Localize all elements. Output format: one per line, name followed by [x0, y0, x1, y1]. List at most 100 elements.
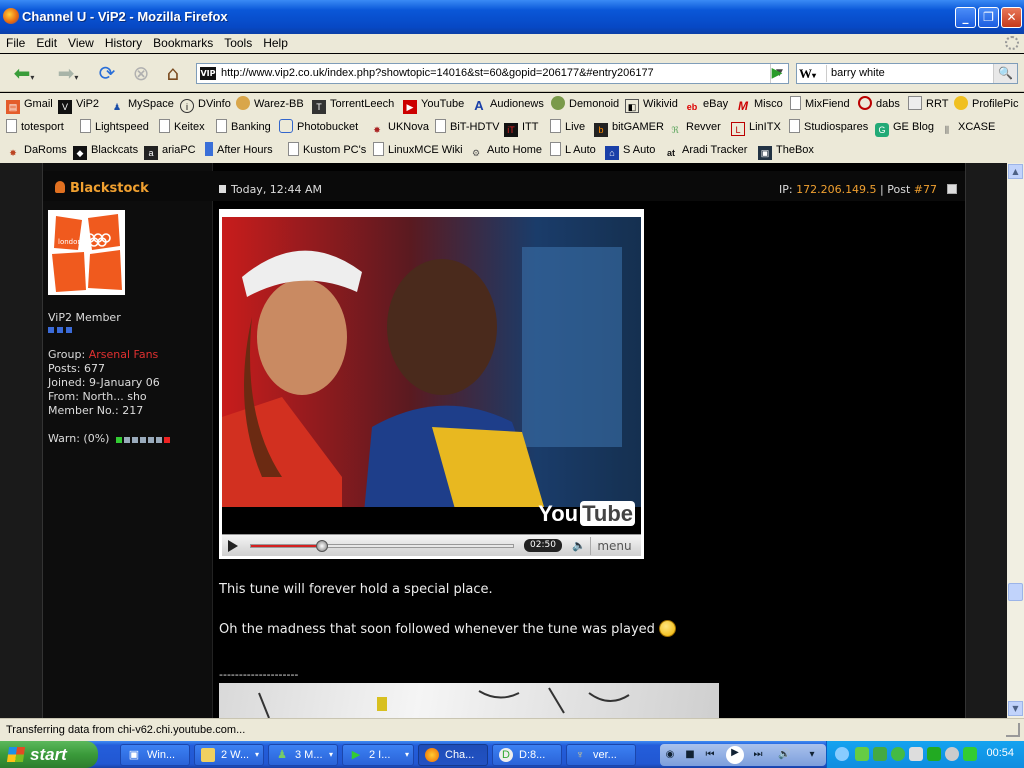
- bookmark-gmail[interactable]: ▤ Gmail: [6, 96, 53, 114]
- author-name[interactable]: Blackstock: [55, 181, 149, 196]
- bookmark-linitx[interactable]: L LinITX: [731, 119, 781, 136]
- bookmark-uknova[interactable]: ✸ UKNova: [370, 119, 429, 136]
- tray-drive-icon[interactable]: [909, 747, 923, 761]
- forward-button[interactable]: ➡▾: [48, 60, 88, 86]
- vertical-scrollbar[interactable]: ▲ ▼: [1007, 163, 1024, 718]
- bookmark-bitgamer[interactable]: b bitGAMER: [594, 119, 664, 137]
- tray-play-icon[interactable]: [963, 747, 977, 761]
- bookmark-mixfiend[interactable]: MixFiend: [790, 96, 850, 113]
- seek-bar[interactable]: [250, 540, 514, 552]
- tray-messenger-icon[interactable]: [855, 747, 869, 761]
- tray-messenger2-icon[interactable]: [873, 747, 887, 761]
- tray-arrow-icon[interactable]: [835, 747, 849, 761]
- bookmark-vip2[interactable]: V ViP2: [58, 96, 99, 114]
- stop-button[interactable]: ⊗: [128, 60, 154, 86]
- media-stop-icon[interactable]: ■: [684, 748, 696, 762]
- title-bar[interactable]: Channel U - ViP2 - Mozilla Firefox _ ❐ ✕: [0, 0, 1024, 34]
- bookmark-bit-hdtv[interactable]: BiT-HDTV: [435, 119, 500, 136]
- menu-edit[interactable]: Edit: [30, 34, 62, 50]
- menu-history[interactable]: History: [99, 34, 147, 50]
- media-prev-icon[interactable]: ⏮: [704, 748, 716, 762]
- tray-settings-icon[interactable]: [945, 747, 959, 761]
- menu-tools[interactable]: Tools: [218, 34, 257, 50]
- menu-bookmarks[interactable]: Bookmarks: [147, 34, 218, 50]
- media-menu-icon[interactable]: ▾: [806, 748, 818, 762]
- scroll-thumb[interactable]: [1008, 583, 1023, 601]
- post-select-checkbox[interactable]: [947, 184, 957, 194]
- bookmark-photobucket[interactable]: Photobucket: [279, 119, 358, 136]
- task-3-m[interactable]: ♟ 3 M... ▾: [268, 744, 338, 766]
- task-2-windows[interactable]: 2 W... ▾: [194, 744, 264, 766]
- bookmark-profilepic[interactable]: ProfilePic: [954, 96, 1018, 113]
- home-button[interactable]: ⌂: [160, 60, 186, 86]
- bookmark-xcase[interactable]: ⫼ XCASE: [940, 119, 995, 136]
- post-number-link[interactable]: #77: [914, 183, 937, 196]
- bookmark-daroms[interactable]: ✸ DaRoms: [6, 142, 67, 159]
- bookmark-itt[interactable]: iT ITT: [504, 119, 539, 137]
- bookmark-revver[interactable]: ℜ Revver: [668, 119, 721, 136]
- bookmark-audionews[interactable]: A Audionews: [472, 96, 544, 113]
- video-frame[interactable]: You Tube: [222, 217, 641, 534]
- search-input[interactable]: barry white: [831, 67, 885, 79]
- tray-torrent-icon[interactable]: [891, 747, 905, 761]
- seek-handle[interactable]: [315, 540, 328, 552]
- media-next-icon[interactable]: ⏭: [752, 748, 764, 762]
- task-d8[interactable]: D D:8...: [492, 744, 562, 766]
- video-menu-button[interactable]: menu: [590, 537, 638, 555]
- search-bar[interactable]: W▾ barry white 🔍: [796, 63, 1018, 84]
- bookmark-ebay[interactable]: eb eBay: [685, 96, 728, 113]
- scroll-up-icon[interactable]: ▲: [1008, 164, 1023, 179]
- bookmark-live[interactable]: Live: [550, 119, 585, 136]
- task-win[interactable]: ▣ Win...: [120, 744, 190, 766]
- bookmark-myspace[interactable]: ♟ MySpace: [110, 96, 174, 113]
- close-button[interactable]: ✕: [1001, 7, 1022, 28]
- menu-help[interactable]: Help: [257, 34, 293, 50]
- bookmark-linuxmce-wiki[interactable]: LinuxMCE Wiki: [373, 142, 463, 159]
- task-2-i[interactable]: ▶ 2 I... ▾: [342, 744, 414, 766]
- start-button[interactable]: start: [0, 741, 98, 768]
- media-restore-icon[interactable]: ◉: [664, 748, 676, 762]
- media-play-icon[interactable]: ▶: [726, 746, 744, 764]
- task-ver[interactable]: ♆ ver...: [566, 744, 636, 766]
- warn-level-bar[interactable]: [113, 433, 170, 446]
- back-button[interactable]: ⬅▾: [4, 60, 44, 86]
- reload-button[interactable]: ⟳: [94, 60, 120, 86]
- bookmark-dabs[interactable]: dabs: [858, 96, 900, 113]
- bookmark-lightspeed[interactable]: Lightspeed: [80, 119, 149, 136]
- resize-grip-icon[interactable]: [1006, 723, 1020, 737]
- bookmark-demonoid[interactable]: Demonoid: [551, 96, 619, 113]
- play-icon[interactable]: [228, 540, 238, 552]
- url-text[interactable]: http://www.vip2.co.uk/index.php?showtopi…: [221, 67, 654, 79]
- bookmark-keitex[interactable]: Keitex: [159, 119, 205, 136]
- bookmark-s-auto[interactable]: ⌂ S Auto: [605, 142, 655, 160]
- bookmark-misco[interactable]: M Misco: [736, 96, 783, 113]
- task-channel-u-firefox[interactable]: Cha...: [418, 744, 488, 766]
- bookmark-totesport[interactable]: totesport: [6, 119, 64, 136]
- bookmark-l-auto[interactable]: L Auto: [550, 142, 596, 159]
- bookmark-studiospares[interactable]: Studiospares: [789, 119, 868, 136]
- search-engine-icon[interactable]: W▾: [799, 65, 827, 82]
- bookmark-youtube[interactable]: ▶ YouTube: [403, 96, 464, 114]
- bookmark-after-hours[interactable]: After Hours: [205, 142, 273, 159]
- url-bar[interactable]: VIP http://www.vip2.co.uk/index.php?show…: [196, 63, 789, 84]
- youtube-embed[interactable]: You Tube 02:50 🔈 menu: [219, 209, 644, 559]
- bookmark-auto-home[interactable]: ⚙ Auto Home: [469, 142, 542, 159]
- menu-view[interactable]: View: [62, 34, 99, 50]
- bookmark-banking[interactable]: Banking: [216, 119, 271, 136]
- search-icon[interactable]: 🔍: [993, 64, 1017, 83]
- tray-network-icon[interactable]: [927, 747, 941, 761]
- media-volume-icon[interactable]: 🔊: [778, 748, 790, 762]
- bookmark-blackcats[interactable]: ◆ Blackcats: [73, 142, 138, 160]
- bookmark-ariapc[interactable]: a ariaPC: [144, 142, 196, 160]
- bookmark-aradi-tracker[interactable]: at Aradi Tracker: [664, 142, 747, 159]
- bookmark-rrt[interactable]: RRT: [908, 96, 948, 113]
- volume-icon[interactable]: 🔈: [572, 539, 586, 553]
- bookmark-warez-bb[interactable]: Warez-BB: [236, 96, 304, 113]
- bookmark-thebox[interactable]: ▣ TheBox: [758, 142, 814, 160]
- bookmark-wikivid[interactable]: ◧ Wikivid: [625, 96, 678, 113]
- scroll-down-icon[interactable]: ▼: [1008, 701, 1023, 716]
- bookmark-dvinfo[interactable]: i DVinfo: [180, 96, 231, 113]
- bookmark-ge-blog[interactable]: G GE Blog: [875, 119, 934, 137]
- menu-file[interactable]: File: [0, 34, 30, 50]
- minimize-button[interactable]: _: [955, 7, 976, 28]
